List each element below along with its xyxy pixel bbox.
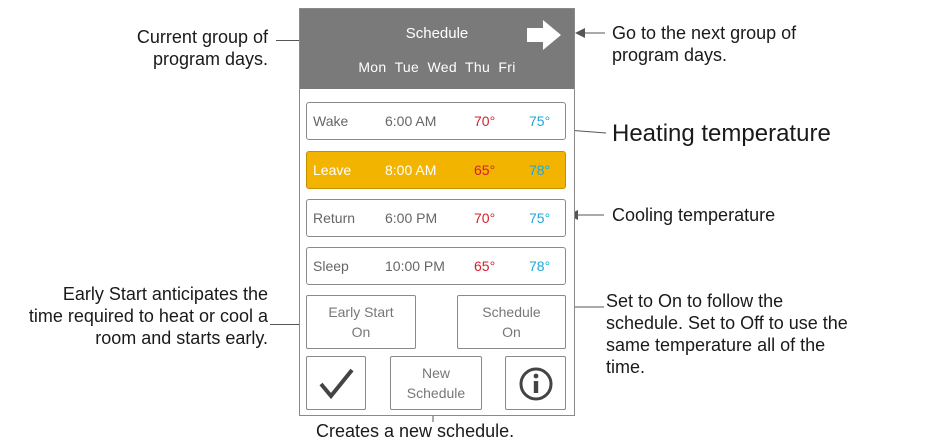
schedule-row-wake[interactable]: Wake 6:00 AM 70° 75° bbox=[306, 102, 566, 140]
cool-setpoint: 75° bbox=[529, 113, 551, 129]
period-time: 6:00 AM bbox=[385, 113, 437, 129]
heat-setpoint: 65° bbox=[474, 162, 496, 178]
heat-setpoint: 70° bbox=[474, 113, 496, 129]
early-start-value: On bbox=[351, 324, 371, 340]
annotation-line: program days. bbox=[612, 45, 728, 65]
schedule-row-sleep[interactable]: Sleep 10:00 PM 65° 78° bbox=[306, 247, 566, 285]
early-start-button[interactable]: Early Start On bbox=[306, 295, 416, 349]
cool-setpoint: 78° bbox=[529, 258, 551, 274]
annotation-line: same temperature all of the bbox=[606, 335, 826, 355]
new-schedule-line2: Schedule bbox=[406, 385, 466, 401]
annotation-next-group: Go to the next group of program days. bbox=[612, 22, 912, 66]
period-time: 10:00 PM bbox=[385, 258, 445, 274]
period-time: 6:00 PM bbox=[385, 210, 438, 226]
annotation-cooling: Cooling temperature bbox=[612, 205, 776, 225]
annotation-line: Early Start anticipates the bbox=[62, 284, 268, 304]
annotation-line: time required to heat or cool a bbox=[28, 306, 268, 326]
pointer-next-group-arrow bbox=[575, 28, 605, 38]
new-schedule-button[interactable]: New Schedule bbox=[390, 356, 482, 410]
schedule-header: Schedule Mon Tue Wed Thu Fri bbox=[300, 9, 574, 89]
thermostat-screen: Schedule Mon Tue Wed Thu Fri Wake 6:00 A… bbox=[299, 8, 575, 416]
arrow-right-icon[interactable] bbox=[525, 19, 563, 51]
annotation-current-group: Current group of program days. bbox=[80, 26, 268, 70]
annotation-new-schedule: Creates a new schedule. bbox=[316, 421, 515, 441]
schedule-toggle-label: Schedule bbox=[482, 304, 541, 320]
annotation-line: room and starts early. bbox=[95, 328, 268, 348]
annotation-line: schedule. Set to Off to use the bbox=[606, 313, 848, 333]
annotation-line: time. bbox=[606, 357, 646, 377]
info-icon bbox=[519, 367, 552, 401]
annotation-line: Set to On to follow the bbox=[606, 291, 784, 311]
cool-setpoint: 78° bbox=[529, 162, 551, 178]
info-button[interactable] bbox=[505, 356, 566, 410]
period-name: Leave bbox=[313, 162, 352, 178]
period-name: Return bbox=[313, 210, 356, 226]
program-days: Mon Tue Wed Thu Fri bbox=[358, 59, 516, 75]
heat-setpoint: 70° bbox=[474, 210, 496, 226]
annotation-line: Go to the next group of bbox=[612, 23, 797, 43]
heat-setpoint: 65° bbox=[474, 258, 496, 274]
period-name: Sleep bbox=[313, 258, 349, 274]
checkmark-icon bbox=[319, 368, 354, 400]
annotation-line: Current group of bbox=[136, 27, 268, 47]
annotation-line: program days. bbox=[152, 49, 268, 69]
schedule-row-return[interactable]: Return 6:00 PM 70° 75° bbox=[306, 199, 566, 237]
new-schedule-line1: New bbox=[421, 365, 450, 381]
period-time: 8:00 AM bbox=[385, 162, 437, 178]
schedule-toggle-value: On bbox=[502, 324, 521, 340]
done-button[interactable] bbox=[306, 356, 366, 410]
annotation-early-start: Early Start anticipates the time require… bbox=[0, 283, 268, 349]
early-start-label: Early Start bbox=[328, 304, 394, 320]
cool-setpoint: 75° bbox=[529, 210, 551, 226]
schedule-row-leave[interactable]: Leave 8:00 AM 65° 78° bbox=[306, 151, 566, 189]
period-name: Wake bbox=[313, 113, 349, 129]
annotation-heating: Heating temperature bbox=[612, 120, 831, 147]
schedule-toggle-button[interactable]: Schedule On bbox=[457, 295, 566, 349]
annotation-schedule: Set to On to follow the schedule. Set to… bbox=[606, 290, 936, 378]
